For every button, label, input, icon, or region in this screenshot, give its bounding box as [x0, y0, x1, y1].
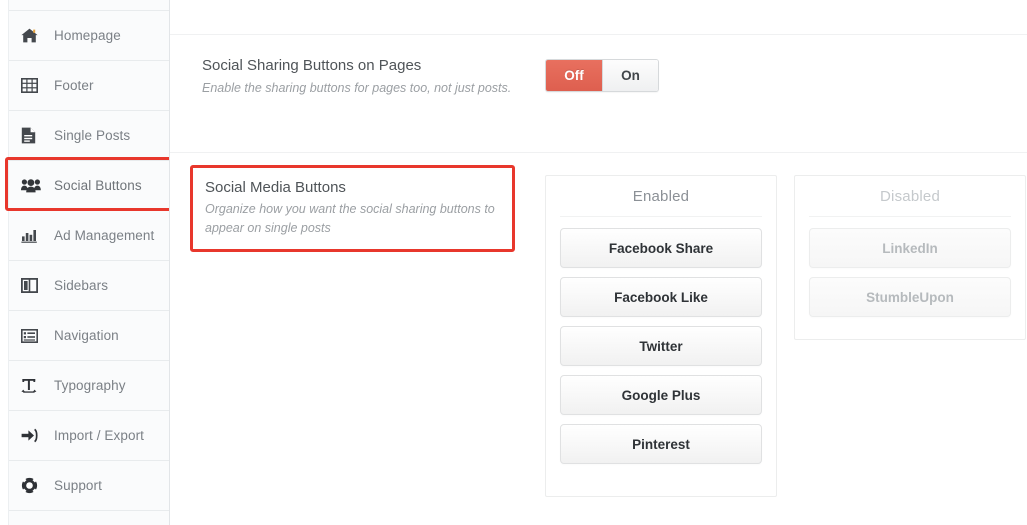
enabled-panel-title: Enabled: [560, 188, 762, 217]
sidebar-item-sidebars[interactable]: Sidebars: [0, 261, 169, 311]
list-menu-icon: [21, 326, 43, 346]
sidebar-item-label: Sidebars: [54, 278, 109, 293]
sidebar-left-strip: [0, 0, 9, 525]
disabled-panel-title: Disabled: [809, 188, 1011, 217]
enabled-item-facebook-share[interactable]: Facebook Share: [560, 228, 762, 268]
disabled-buttons-panel: Disabled LinkedIn StumbleUpon: [794, 175, 1026, 340]
sidebar-item-label: Ad Management: [54, 228, 155, 243]
sidebar-item-import-export[interactable]: Import / Export: [0, 411, 169, 461]
sidebar-item-partial-top[interactable]: [0, 0, 169, 11]
sidebar-item-label: Support: [54, 478, 102, 493]
toggle-option-off[interactable]: Off: [546, 60, 602, 91]
sidebar-item-label: Social Buttons: [54, 178, 142, 193]
sidebar-item-ad-management[interactable]: Ad Management: [0, 211, 169, 261]
sidebar-item-support[interactable]: Support: [0, 461, 169, 511]
toggle-option-on[interactable]: On: [602, 60, 658, 91]
sidebar-item-label: Navigation: [54, 328, 119, 343]
main-content: Social Sharing Buttons on Pages Enable t…: [170, 0, 1027, 525]
sidebar-item-label: Single Posts: [54, 128, 131, 143]
sidebar-item-homepage[interactable]: Homepage: [0, 11, 169, 61]
sidebar-item-single-posts[interactable]: Single Posts: [0, 111, 169, 161]
sidebar-item-label: Import / Export: [54, 428, 145, 443]
sidebar-item-footer[interactable]: Footer: [0, 61, 169, 111]
sidebar-item-label: Typography: [54, 378, 126, 393]
sidebar-nav-list: Homepage Footer Single Posts Social Butt…: [0, 0, 169, 511]
bar-chart-icon: [21, 226, 43, 246]
text-height-icon: [21, 376, 43, 396]
social-media-buttons-description-box: Social Media Buttons Organize how you wa…: [190, 165, 515, 252]
setting-description: Enable the sharing buttons for pages too…: [202, 81, 512, 95]
sidebar-item-navigation[interactable]: Navigation: [0, 311, 169, 361]
setting-row-social-sharing-pages: Social Sharing Buttons on Pages Enable t…: [170, 34, 1027, 152]
enabled-item-twitter[interactable]: Twitter: [560, 326, 762, 366]
document-icon: [21, 126, 43, 146]
users-group-icon: [21, 176, 43, 196]
sidebar-item-label: Footer: [54, 78, 94, 93]
enabled-item-pinterest[interactable]: Pinterest: [560, 424, 762, 464]
setting-description: Organize how you want the social sharing…: [205, 202, 495, 235]
setting-row-social-media-buttons: Social Media Buttons Organize how you wa…: [170, 152, 1027, 525]
setting-title: Social Sharing Buttons on Pages: [202, 57, 422, 74]
settings-page: Homepage Footer Single Posts Social Butt…: [0, 0, 1027, 525]
table-grid-icon: [21, 76, 43, 96]
home-icon: [21, 26, 43, 46]
sign-in-arrow-icon: [21, 426, 43, 446]
disabled-item-stumbleupon[interactable]: StumbleUpon: [809, 277, 1011, 317]
columns-icon: [21, 276, 43, 296]
lifebuoy-icon: [21, 476, 43, 496]
enabled-item-google-plus[interactable]: Google Plus: [560, 375, 762, 415]
enabled-item-facebook-like[interactable]: Facebook Like: [560, 277, 762, 317]
sidebar-item-label: Homepage: [54, 28, 121, 43]
sidebar-item-social-buttons[interactable]: Social Buttons: [0, 161, 169, 211]
social-sharing-text-block: Social Sharing Buttons on Pages Enable t…: [202, 56, 532, 98]
sidebar: Homepage Footer Single Posts Social Butt…: [0, 0, 170, 525]
enabled-buttons-panel: Enabled Facebook Share Facebook Like Twi…: [545, 175, 777, 497]
social-sharing-pages-toggle[interactable]: Off On: [545, 59, 659, 92]
disabled-item-linkedin[interactable]: LinkedIn: [809, 228, 1011, 268]
setting-title: Social Media Buttons: [205, 179, 346, 196]
sidebar-item-typography[interactable]: Typography: [0, 361, 169, 411]
